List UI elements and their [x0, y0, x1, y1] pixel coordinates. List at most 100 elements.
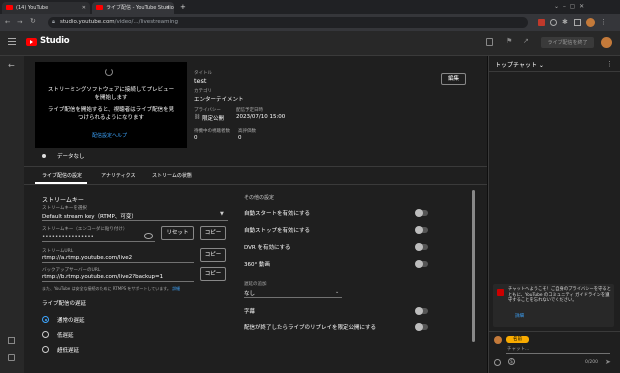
stream-key-heading: ストリームキー: [42, 197, 84, 204]
close-icon[interactable]: ✕: [166, 2, 170, 14]
end-stream-button[interactable]: ライブ配信を終了: [541, 37, 594, 48]
rtmps-note: また、YouTube は安全な接続のために RTMPS をサポートしています。 …: [42, 286, 180, 292]
field-underline: [42, 241, 155, 242]
close-icon[interactable]: ✕: [82, 2, 86, 14]
reload-icon[interactable]: ↻: [30, 17, 36, 25]
viewers-label: 待機中の視聴者数: [194, 129, 230, 134]
menu-kebab-icon[interactable]: ⋮: [600, 18, 607, 26]
divider: [488, 331, 620, 332]
back-icon[interactable]: ←: [5, 18, 10, 26]
field-underline: [42, 281, 194, 282]
share-icon[interactable]: ↗: [523, 37, 529, 45]
stream-key-field[interactable]: ••••••••••••••••: [42, 234, 94, 240]
stream-help-link[interactable]: 配信設定ヘルプ: [92, 132, 127, 139]
chat-input-underline: [506, 353, 610, 354]
channel-avatar[interactable]: [601, 37, 612, 48]
auto-stop-toggle[interactable]: [415, 226, 428, 234]
dvr-toggle[interactable]: [415, 243, 428, 251]
tab-analytics[interactable]: アナリティクス: [101, 172, 135, 179]
top-chat-label: トップチャット: [495, 62, 537, 69]
backup-url-field[interactable]: rtmp://b.rtmp.youtube.com/live2?backup=1: [42, 274, 163, 280]
captions-toggle[interactable]: [415, 307, 428, 315]
360-video-toggle[interactable]: [415, 260, 428, 268]
scheduled-value: 2023/07/10 15:00: [236, 114, 286, 120]
feedback-icon[interactable]: [486, 38, 493, 46]
stream-url-label: ストリームURL: [42, 249, 74, 254]
chat-learn-more-link[interactable]: 詳細: [515, 313, 524, 319]
likes-label: 高評価数: [238, 129, 256, 134]
stream-key-field-label: ストリームキー（エンコーダに貼り付け）: [42, 227, 128, 232]
reset-key-button[interactable]: リセット: [161, 226, 194, 240]
youtube-logo-icon[interactable]: [26, 38, 37, 46]
edit-button[interactable]: 編集: [441, 73, 466, 85]
new-tab-button[interactable]: +: [180, 3, 186, 11]
sidepanel-icon[interactable]: [574, 19, 581, 26]
send-icon[interactable]: ➤: [605, 358, 611, 366]
viewers-count: 0: [194, 135, 198, 141]
auto-start-label: 自動スタートを有効にする: [244, 211, 311, 217]
chat-menu-icon[interactable]: ⋮: [606, 60, 613, 68]
feedback-icon[interactable]: [8, 354, 15, 361]
auto-start-toggle[interactable]: [415, 209, 428, 217]
lock-icon: 🔒︎: [52, 19, 55, 25]
url-field[interactable]: 🔒︎ studio.youtube.com/video/.../livestrea…: [48, 17, 528, 28]
tab-stream-health[interactable]: ストリームの状態: [152, 172, 192, 179]
unlist-replay-toggle[interactable]: [415, 323, 428, 331]
back-arrow-icon[interactable]: ←: [8, 61, 15, 70]
added-delay-label: 遅延の追加: [244, 282, 267, 287]
settings-icon[interactable]: [8, 337, 15, 344]
profile-avatar[interactable]: [586, 18, 595, 27]
field-underline: [42, 262, 194, 263]
latency-low-label: 低遅延: [57, 333, 74, 339]
eye-off-icon[interactable]: [144, 233, 153, 239]
scrollbar[interactable]: [472, 190, 475, 342]
url-path: /video/.../livestreaming: [114, 19, 178, 25]
scheduled-label: 配信予定日時: [236, 108, 263, 113]
privacy-value: 限定公開: [202, 116, 225, 122]
added-delay-select[interactable]: なし: [244, 289, 255, 297]
dropdown-arrow-icon[interactable]: ▼: [220, 211, 224, 217]
stream-title: test: [194, 77, 207, 85]
tab-live-settings[interactable]: ライブ配信の設定: [42, 172, 82, 179]
divider: [24, 184, 487, 185]
360-video-label: 360° 動画: [244, 262, 270, 268]
extension-icon[interactable]: [538, 19, 545, 26]
forward-icon[interactable]: →: [17, 18, 22, 26]
window-controls[interactable]: ⌄ – ▢ ✕: [554, 3, 584, 10]
stream-key-select[interactable]: Default stream key（RTMP、可変）: [42, 212, 137, 220]
rtmps-learn-more-link[interactable]: 詳細: [172, 286, 180, 291]
chat-input[interactable]: チャット...: [507, 346, 529, 352]
flag-icon[interactable]: ⚑: [506, 37, 512, 45]
backup-url-label: バックアップサーバーのURL: [42, 268, 101, 273]
latency-heading: ライブ配信の遅延: [42, 301, 87, 307]
dropdown-arrow-icon[interactable]: ⌄: [335, 289, 339, 295]
copy-url-button[interactable]: コピー: [200, 248, 226, 262]
likes-count: 0: [238, 135, 242, 141]
chat-user-avatar: [494, 336, 502, 344]
browser-tab-youtube[interactable]: (14) YouTube ✕: [2, 2, 90, 14]
latency-ultralow-radio[interactable]: [42, 346, 49, 353]
studio-logo-text: Studio: [40, 36, 70, 46]
privacy-label: プライバシー: [194, 108, 221, 113]
copy-backup-button[interactable]: コピー: [200, 267, 226, 281]
copy-key-button[interactable]: コピー: [200, 226, 226, 240]
dvr-label: DVR を有効にする: [244, 245, 291, 251]
alert-icon: [497, 289, 504, 296]
no-data-status: データなし: [57, 154, 85, 160]
emoji-icon[interactable]: [494, 359, 501, 366]
latency-low-radio[interactable]: [42, 331, 49, 338]
puzzle-icon[interactable]: ✱: [562, 18, 568, 26]
stream-url-field[interactable]: rtmp://a.rtmp.youtube.com/live2: [42, 255, 132, 261]
preview-connect-text: ストリーミングソフトウェアに接続してプレビューを開始します: [47, 87, 175, 101]
divider: [488, 71, 620, 72]
browser-tab-studio[interactable]: ライブ配信 - YouTube Studio ✕: [92, 2, 174, 14]
latency-normal-radio[interactable]: [42, 316, 49, 323]
super-chat-icon[interactable]: $: [508, 358, 515, 365]
studio-side-rail: [0, 56, 24, 373]
loading-spinner-icon: [105, 68, 113, 76]
hamburger-menu-icon[interactable]: [8, 38, 16, 45]
extension-icon[interactable]: [550, 19, 557, 26]
browser-extension-icons[interactable]: ✱ ⋮: [538, 18, 616, 27]
top-chat-selector[interactable]: トップチャット ⌄: [495, 60, 544, 69]
latency-normal-label: 通常の遅延: [57, 318, 85, 324]
